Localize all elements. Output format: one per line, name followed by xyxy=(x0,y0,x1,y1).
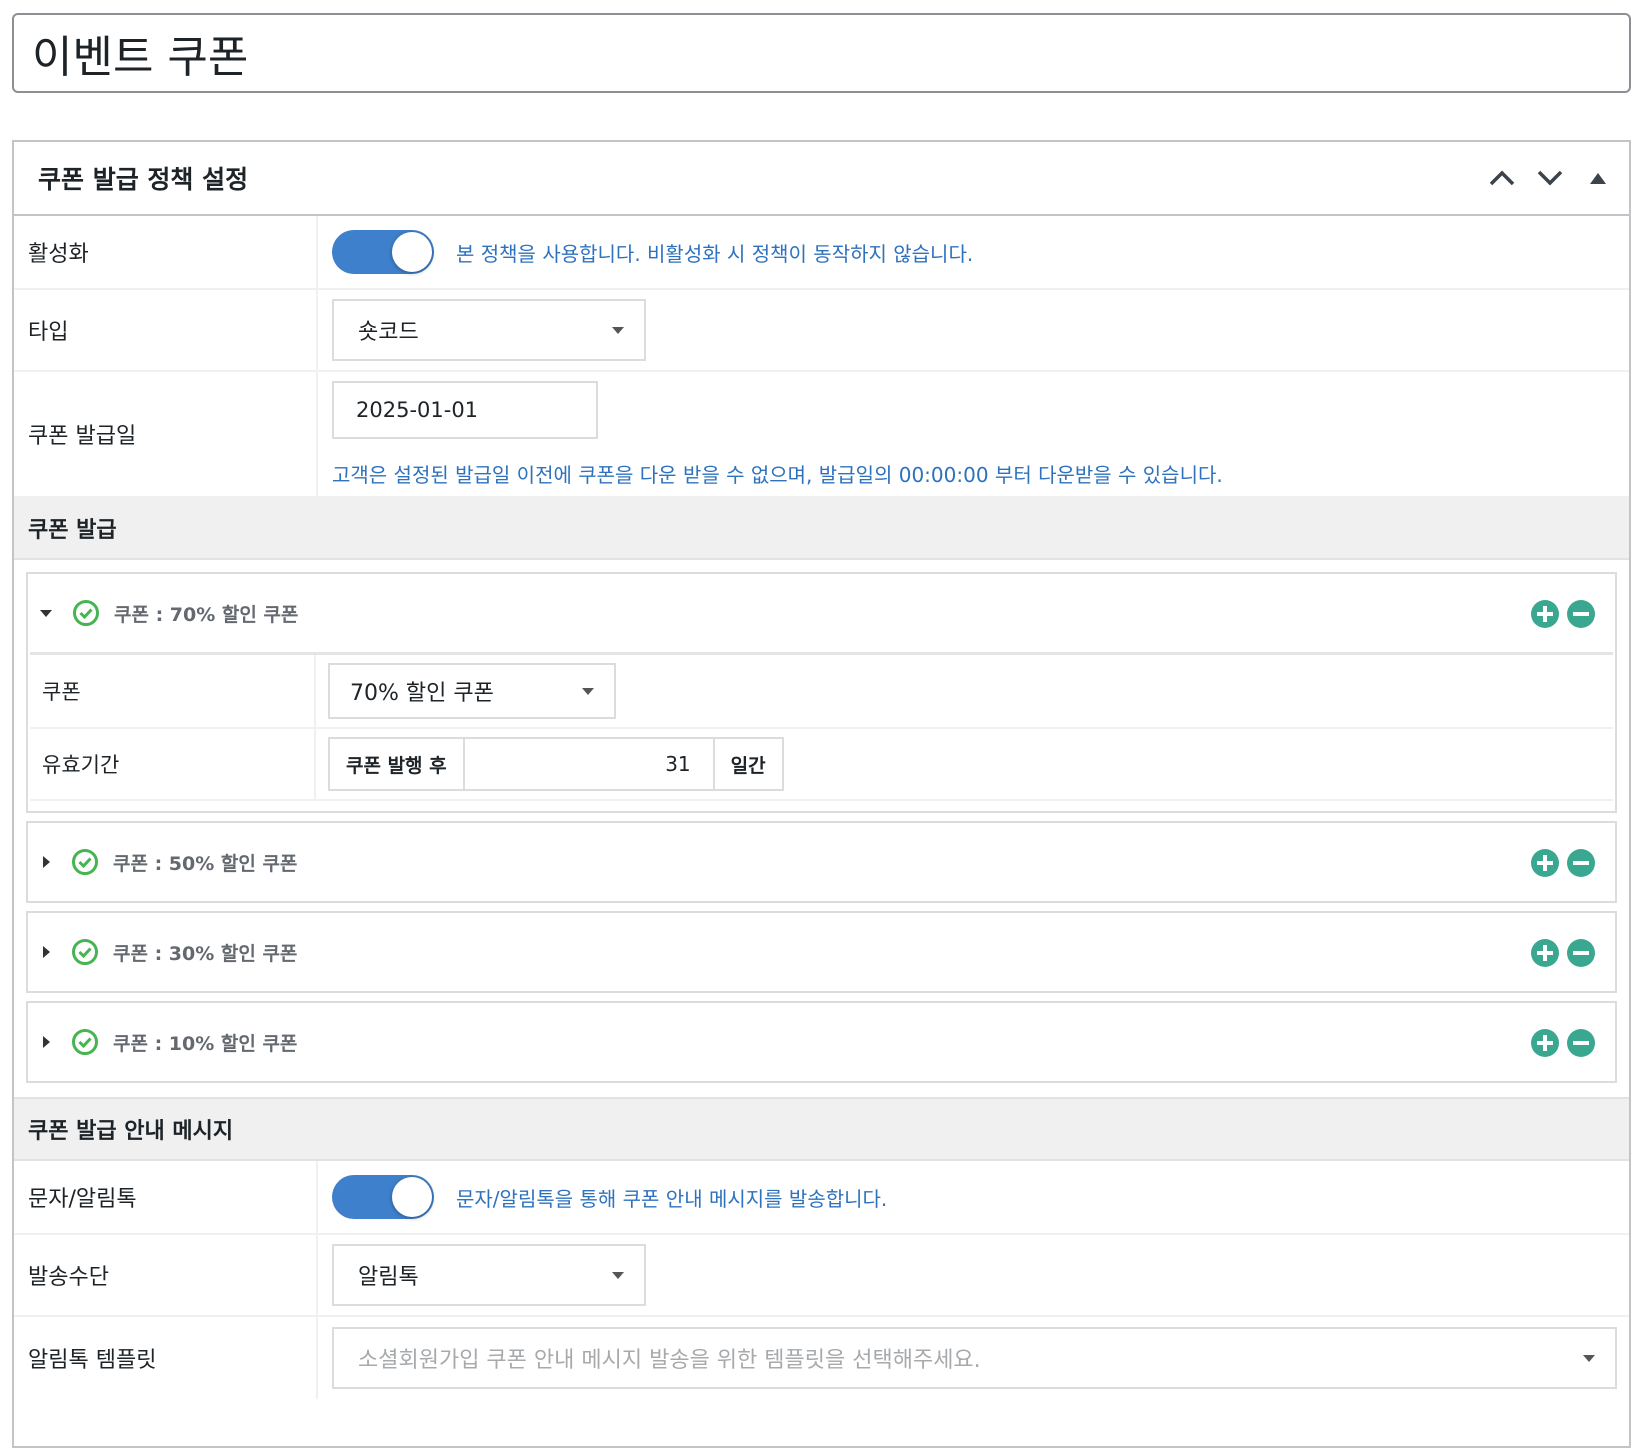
validity-days-input[interactable]: 31 xyxy=(464,737,713,791)
method-select-value: 알림톡 xyxy=(358,1265,419,1290)
issue-date-label: 쿠폰 발급일 xyxy=(14,372,318,496)
remove-circle-icon[interactable] xyxy=(1567,600,1595,628)
caret-down-icon xyxy=(1583,1354,1595,1362)
issue-date-hint: 고객은 설정된 발급일 이전에 쿠폰을 다운 받을 수 없으며, 발급일의 00… xyxy=(332,462,1223,487)
panel-controls xyxy=(1481,156,1619,200)
caret-down-icon xyxy=(582,687,594,695)
caret-down-icon xyxy=(612,326,624,334)
coupon-item-title: 쿠폰 : 50% 할인 쿠폰 xyxy=(113,852,298,875)
caret-down-icon[interactable] xyxy=(40,609,52,617)
remove-circle-icon[interactable] xyxy=(1567,1029,1595,1057)
panel-title: 쿠폰 발급 정책 설정 xyxy=(38,165,249,194)
coupon-item-actions xyxy=(1531,600,1595,628)
add-circle-icon[interactable] xyxy=(1531,1029,1559,1057)
coupon-item-title: 쿠폰 : 30% 할인 쿠폰 xyxy=(113,942,298,965)
validity-row: 유효기간 쿠폰 발행 후 31 일간 xyxy=(30,729,1613,801)
caret-right-icon[interactable] xyxy=(43,856,50,868)
row-template: 알림톡 템플릿 소셜회원가입 쿠폰 안내 메시지 발송을 위한 템플릿을 선택해… xyxy=(14,1317,1629,1399)
toggle-knob xyxy=(392,232,432,272)
validity-suffix: 일간 xyxy=(712,737,784,791)
coupon-item-header[interactable]: 쿠폰 : 30% 할인 쿠폰 xyxy=(28,913,1615,991)
coupon-item-title: 쿠폰 : 10% 할인 쿠폰 xyxy=(113,1032,298,1055)
validity-days-value: 31 xyxy=(665,752,691,776)
add-circle-icon[interactable] xyxy=(1531,849,1559,877)
coupon-item-header[interactable]: 쿠폰 : 70% 할인 쿠폰 xyxy=(28,574,1615,652)
validity-label: 유효기간 xyxy=(30,729,316,799)
section-coupon-issue-title: 쿠폰 발급 xyxy=(28,518,117,543)
coupon-item: 쿠폰 : 30% 할인 쿠폰 xyxy=(26,911,1617,993)
row-sms: 문자/알림톡 문자/알림톡을 통해 쿠폰 안내 메시지를 발송합니다. xyxy=(14,1161,1629,1235)
section-message-title: 쿠폰 발급 안내 메시지 xyxy=(28,1119,234,1144)
chevron-down-icon[interactable] xyxy=(1529,156,1571,200)
coupon-select-row: 쿠폰 70% 할인 쿠폰 xyxy=(30,655,1613,729)
page-title-input[interactable]: 이벤트 쿠폰 xyxy=(12,13,1631,93)
coupon-item-actions xyxy=(1531,939,1595,967)
validity-prefix: 쿠폰 발행 후 xyxy=(328,737,465,791)
type-select[interactable]: 숏코드 xyxy=(332,299,646,361)
remove-circle-icon[interactable] xyxy=(1567,849,1595,877)
coupon-list: 쿠폰 : 70% 할인 쿠폰 쿠폰 70% 할인 쿠폰 유효기간 쿠폰 발행 후… xyxy=(14,560,1629,1099)
check-circle-icon xyxy=(72,599,100,627)
remove-circle-icon[interactable] xyxy=(1567,939,1595,967)
coupon-item-actions xyxy=(1531,849,1595,877)
chevron-up-icon[interactable] xyxy=(1481,156,1523,200)
coupon-select[interactable]: 70% 할인 쿠폰 xyxy=(328,663,616,719)
issue-date-input[interactable]: 2025-01-01 xyxy=(332,380,598,439)
sms-hint: 문자/알림톡을 통해 쿠폰 안내 메시지를 발송합니다. xyxy=(456,1186,888,1211)
coupon-item: 쿠폰 : 70% 할인 쿠폰 쿠폰 70% 할인 쿠폰 유효기간 쿠폰 발행 후… xyxy=(26,572,1617,813)
row-type: 타입 숏코드 xyxy=(14,290,1629,372)
coupon-label: 쿠폰 xyxy=(30,655,316,727)
coupon-item-actions xyxy=(1531,1029,1595,1057)
activation-hint: 본 정책을 사용합니다. 비활성화 시 정책이 동작하지 않습니다. xyxy=(456,241,974,266)
toggle-knob xyxy=(392,1177,432,1217)
coupon-policy-panel: 쿠폰 발급 정책 설정 활성화 본 정책을 사용합니다. 비활성화 시 정책이 … xyxy=(12,140,1631,1448)
coupon-item-body: 쿠폰 70% 할인 쿠폰 유효기간 쿠폰 발행 후 31 일간 xyxy=(30,652,1613,801)
coupon-item-title: 쿠폰 : 70% 할인 쿠폰 xyxy=(114,603,299,626)
caret-down-icon xyxy=(612,1271,624,1279)
check-circle-icon xyxy=(71,938,99,966)
panel-header: 쿠폰 발급 정책 설정 xyxy=(14,142,1629,216)
caret-right-icon[interactable] xyxy=(43,1036,50,1048)
section-coupon-issue: 쿠폰 발급 xyxy=(14,498,1629,560)
row-method: 발송수단 알림톡 xyxy=(14,1235,1629,1317)
template-label: 알림톡 템플릿 xyxy=(14,1317,318,1399)
activation-label: 활성화 xyxy=(14,216,318,288)
check-circle-icon xyxy=(71,848,99,876)
add-circle-icon[interactable] xyxy=(1531,939,1559,967)
type-select-value: 숏코드 xyxy=(358,320,419,345)
coupon-item-header[interactable]: 쿠폰 : 50% 할인 쿠폰 xyxy=(28,823,1615,901)
template-select[interactable]: 소셜회원가입 쿠폰 안내 메시지 발송을 위한 템플릿을 선택해주세요. xyxy=(332,1327,1617,1389)
issue-date-value: 2025-01-01 xyxy=(356,397,479,422)
coupon-select-value: 70% 할인 쿠폰 xyxy=(350,681,494,706)
caret-right-icon[interactable] xyxy=(43,946,50,958)
sms-toggle[interactable] xyxy=(332,1175,434,1219)
coupon-item: 쿠폰 : 50% 할인 쿠폰 xyxy=(26,821,1617,903)
sms-label: 문자/알림톡 xyxy=(14,1161,318,1233)
type-label: 타입 xyxy=(14,290,318,370)
page-title: 이벤트 쿠폰 xyxy=(32,32,249,83)
check-circle-icon xyxy=(71,1028,99,1056)
activation-toggle[interactable] xyxy=(332,230,434,274)
row-activation: 활성화 본 정책을 사용합니다. 비활성화 시 정책이 동작하지 않습니다. xyxy=(14,216,1629,290)
template-select-placeholder: 소셜회원가입 쿠폰 안내 메시지 발송을 위한 템플릿을 선택해주세요. xyxy=(358,1348,981,1373)
coupon-item: 쿠폰 : 10% 할인 쿠폰 xyxy=(26,1001,1617,1083)
add-circle-icon[interactable] xyxy=(1531,600,1559,628)
triangle-up-icon[interactable] xyxy=(1577,156,1619,200)
method-select[interactable]: 알림톡 xyxy=(332,1244,646,1306)
coupon-item-header[interactable]: 쿠폰 : 10% 할인 쿠폰 xyxy=(28,1003,1615,1081)
section-message: 쿠폰 발급 안내 메시지 xyxy=(14,1099,1629,1161)
row-issue-date: 쿠폰 발급일 2025-01-01 고객은 설정된 발급일 이전에 쿠폰을 다운… xyxy=(14,372,1629,498)
method-label: 발송수단 xyxy=(14,1235,318,1315)
